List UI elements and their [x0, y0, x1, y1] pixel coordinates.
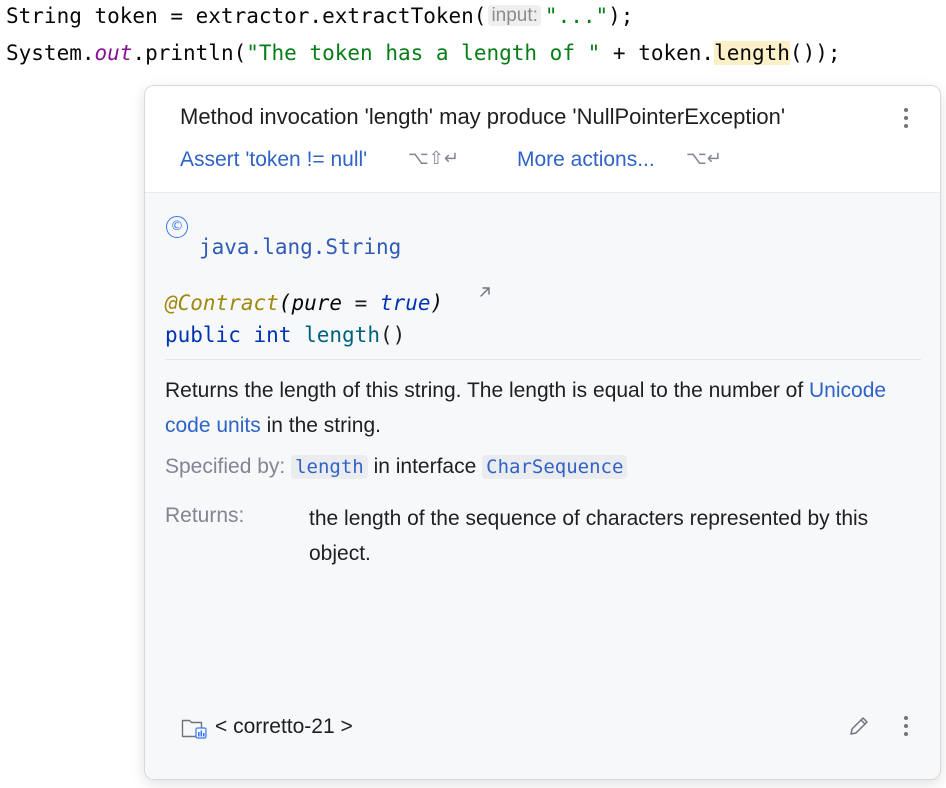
description-text: in the string. [260, 414, 381, 437]
divider [165, 359, 921, 360]
static-field: out [94, 41, 133, 65]
class-name-link[interactable]: java.lang.String [199, 235, 401, 259]
class-icon: © [166, 216, 188, 238]
method-parens: () [379, 323, 406, 347]
specified-mid-text: in interface [367, 455, 483, 478]
code-text: .println( [132, 41, 247, 65]
problem-section: Method invocation 'length' may produce '… [145, 86, 940, 193]
annotation-name[interactable]: @Contract [165, 291, 279, 315]
pencil-icon[interactable] [847, 714, 871, 738]
kebab-icon[interactable] [904, 716, 908, 740]
external-link-icon[interactable] [478, 285, 492, 299]
more-actions-link[interactable]: More actions... [517, 148, 655, 172]
more-actions-shortcut: ⌥↵ [686, 148, 722, 168]
code-line-1[interactable]: String token = extractor.extractToken(in… [6, 2, 633, 32]
highlighted-method-call[interactable]: length [714, 41, 790, 65]
parameter-hint: input: [488, 5, 541, 26]
library-folder-icon [181, 719, 207, 739]
method-description: Returns the length of this string. The l… [165, 373, 915, 443]
quick-documentation-popup: Method invocation 'length' may produce '… [144, 85, 941, 780]
code-text: System. [6, 41, 95, 65]
code-text: String token = extractor.extractToken( [6, 4, 487, 28]
specified-method-link[interactable]: length [291, 455, 368, 479]
popup-footer: < corretto-21 > [145, 696, 940, 756]
documentation-section: © java.lang.String @Contract(pure = true… [145, 193, 940, 779]
annotation-param: pure [291, 291, 343, 315]
annotation-paren: ( [278, 291, 292, 315]
code-text: + token. [600, 41, 715, 65]
keyword-int: int [253, 323, 292, 347]
annotation-paren: ) [430, 291, 444, 315]
kebab-icon[interactable] [904, 108, 908, 132]
description-text: Returns the length of this string. The l… [165, 379, 809, 402]
specified-by-label: Specified by: [165, 455, 286, 478]
method-signature: public int length() [165, 323, 405, 347]
annotation-line: @Contract(pure = true) [165, 291, 443, 315]
assert-action-shortcut: ⌥⇧↵ [408, 148, 459, 168]
returns-text: the length of the sequence of characters… [309, 507, 869, 565]
code-line-2[interactable]: System.out.println("The token has a leng… [6, 39, 841, 67]
method-name: length [304, 323, 380, 347]
code-text: ); [608, 4, 634, 28]
sdk-label[interactable]: < corretto-21 > [215, 715, 353, 739]
specified-by-row: Specified by: length in interface CharSe… [165, 455, 628, 479]
char-sequence-link[interactable]: CharSequence [482, 455, 628, 479]
annotation-eq: = [342, 291, 380, 315]
annotation-value: true [379, 291, 431, 315]
code-text: ()); [789, 41, 841, 65]
string-literal: "The token has a length of " [246, 41, 601, 65]
assert-not-null-action[interactable]: Assert 'token != null' [180, 148, 367, 172]
returns-label: Returns: [165, 504, 245, 527]
problem-message: Method invocation 'length' may produce '… [180, 104, 786, 129]
keyword-public: public [165, 323, 241, 347]
string-literal: "..." [544, 4, 609, 28]
